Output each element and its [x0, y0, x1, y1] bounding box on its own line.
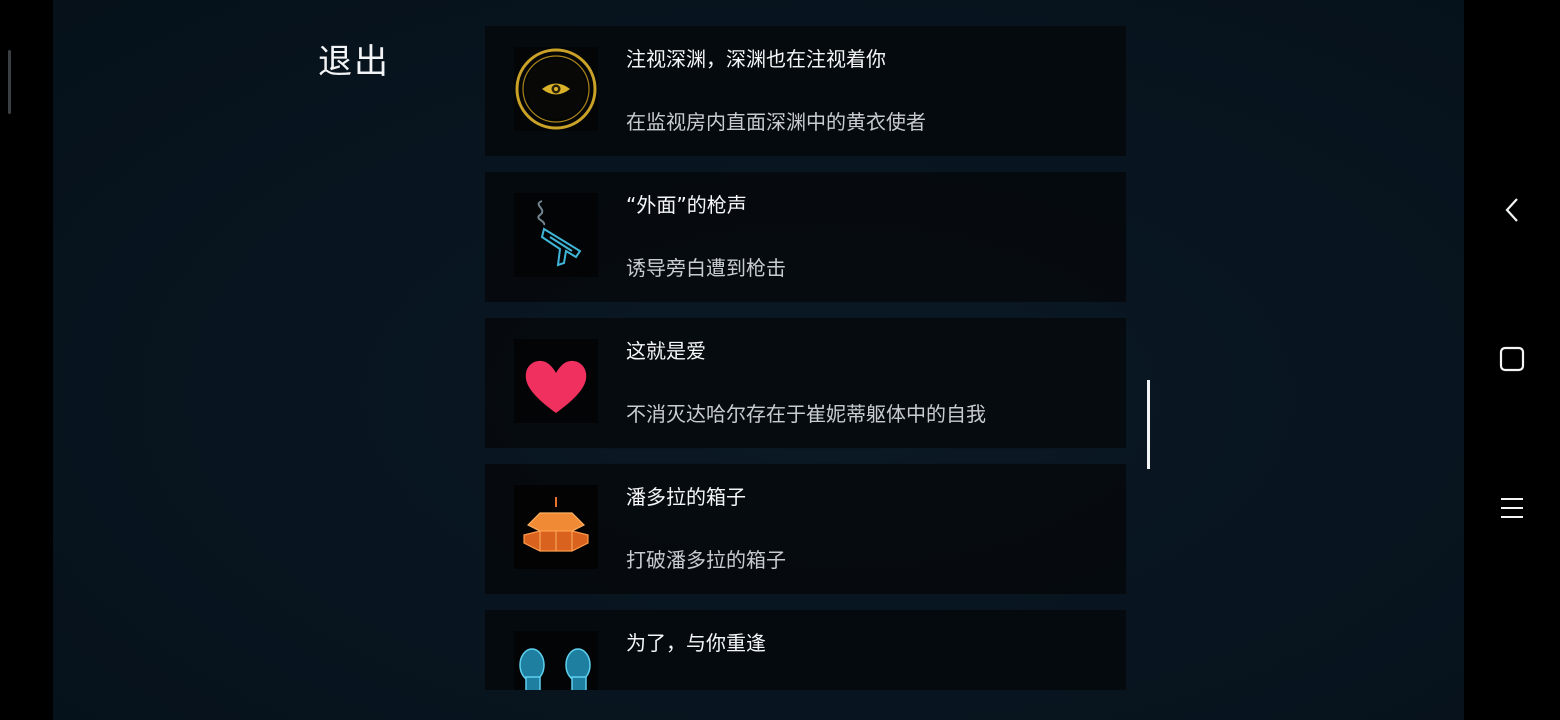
achievement-card[interactable]: 为了，与你重逢 [485, 610, 1126, 690]
back-icon[interactable] [1464, 180, 1560, 240]
left-edge-bar [0, 0, 53, 720]
twin-figures-icon [514, 631, 598, 690]
system-navigation-bar [1464, 0, 1560, 720]
achievement-card[interactable]: “外面”的枪声 诱导旁白遭到枪击 [485, 172, 1126, 302]
achievement-title: 这就是爱 [626, 339, 706, 363]
achievement-description: 打破潘多拉的箱子 [626, 548, 786, 572]
eye-medallion-icon [514, 47, 598, 131]
edge-handle[interactable] [8, 50, 11, 114]
heart-icon [514, 339, 598, 423]
achievement-description: 诱导旁白遭到枪击 [626, 256, 786, 280]
achievement-title: 注视深渊，深渊也在注视着你 [626, 47, 886, 71]
pandora-box-icon [514, 485, 598, 569]
achievement-title: 为了，与你重逢 [626, 631, 766, 655]
achievement-description: 在监视房内直面深渊中的黄衣使者 [626, 110, 926, 134]
smoking-pistol-icon [514, 193, 598, 277]
achievement-card[interactable]: 这就是爱 不消灭达哈尔存在于崔妮蒂躯体中的自我 [485, 318, 1126, 448]
scroll-indicator[interactable] [1147, 380, 1150, 469]
achievement-description: 不消灭达哈尔存在于崔妮蒂躯体中的自我 [626, 402, 986, 426]
achievement-title: 潘多拉的箱子 [626, 485, 746, 509]
achievement-card[interactable]: 注视深渊，深渊也在注视着你 在监视房内直面深渊中的黄衣使者 [485, 26, 1126, 156]
achievement-card[interactable]: 潘多拉的箱子 打破潘多拉的箱子 [485, 464, 1126, 594]
home-icon[interactable] [1464, 329, 1560, 389]
exit-button[interactable]: 退出 [318, 34, 390, 83]
menu-icon[interactable] [1464, 478, 1560, 538]
achievement-title: “外面”的枪声 [626, 193, 747, 217]
